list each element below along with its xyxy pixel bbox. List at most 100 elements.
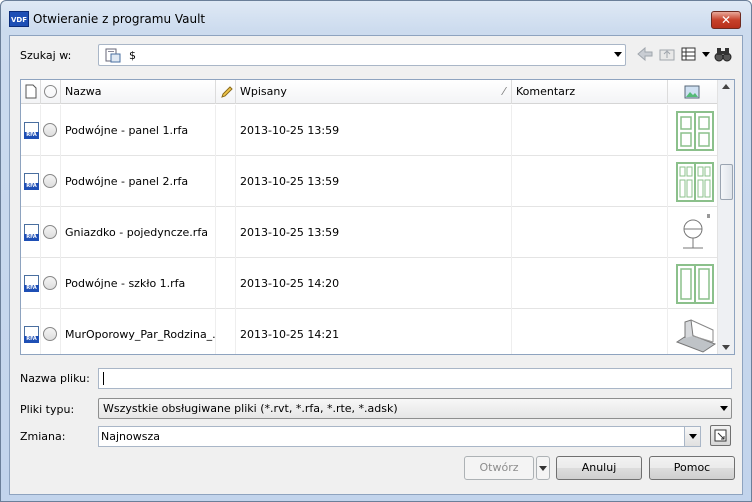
file-name-cell[interactable]: Gniazdko - pojedyncze.rfa	[61, 207, 216, 258]
comment-column-header[interactable]: Komentarz	[512, 80, 668, 104]
comment-cell	[512, 309, 668, 354]
chevron-down-icon[interactable]	[614, 52, 622, 57]
rfa-badge: RFA	[24, 234, 39, 241]
edit-cell	[216, 207, 236, 258]
checked-in-cell: 2013-10-25 14:21	[236, 309, 512, 354]
filename-input[interactable]	[98, 368, 732, 389]
chevron-down-icon	[539, 466, 547, 471]
status-radio-icon[interactable]	[43, 276, 57, 290]
title-bar[interactable]: VDF Otwieranie z programu Vault ✕	[1, 1, 751, 35]
dialog-window: VDF Otwieranie z programu Vault ✕ Szukaj…	[0, 0, 752, 502]
rfa-badge: RFA	[24, 132, 39, 139]
filetype-label: Pliki typu:	[20, 403, 75, 416]
retaining-wall-icon	[673, 312, 717, 354]
file-type-cell: RFA	[21, 156, 41, 207]
comment-cell	[512, 156, 668, 207]
thumbnail-column-header[interactable]	[668, 80, 718, 104]
file-type-cell: RFA	[21, 207, 41, 258]
revision-dropdown-button[interactable]	[684, 427, 700, 446]
edit-cell	[216, 156, 236, 207]
file-grid[interactable]: Nazwa Wpisany ⁄ Komentarz RFA Podwójne - …	[20, 79, 735, 355]
status-radio-icon	[44, 85, 57, 98]
window-title: Otwieranie z programu Vault	[33, 12, 206, 26]
rfa-badge: RFA	[24, 336, 39, 343]
revision-value: Najnowsza	[101, 430, 160, 443]
chevron-down-icon	[720, 406, 728, 411]
status-cell	[41, 156, 61, 207]
file-type-cell: RFA	[21, 105, 41, 156]
table-row[interactable]: RFA Podwójne - panel 1.rfa 2013-10-25 13:5…	[21, 105, 718, 156]
dialog-body: Szukaj w: $ Nazwa Wpisany ⁄ Komentarz RF…	[9, 35, 743, 495]
checked-in-header-label: Wpisany	[240, 85, 287, 98]
double-door-panel-icon	[673, 108, 717, 153]
socket-icon	[673, 210, 717, 255]
rfa-file-icon: RFA	[24, 224, 39, 241]
scroll-up-icon[interactable]	[722, 84, 730, 89]
filetype-select[interactable]: Wszystkie obsługiwane pliki (*.rvt, *.rf…	[98, 398, 732, 419]
scroll-down-icon[interactable]	[722, 345, 730, 350]
lookin-combo[interactable]: $	[98, 44, 626, 66]
status-cell	[41, 309, 61, 354]
file-name-cell[interactable]: Podwójne - panel 1.rfa	[61, 105, 216, 156]
rfa-file-icon: RFA	[24, 275, 39, 292]
checked-in-column-header[interactable]: Wpisany ⁄	[236, 80, 512, 104]
back-arrow-icon[interactable]	[636, 45, 654, 63]
pencil-icon	[221, 86, 233, 98]
revision-label: Zmiana:	[20, 430, 66, 443]
table-row[interactable]: RFA MurOporowy_Par_Rodzina_... 2013-10-25 …	[21, 309, 718, 354]
binoculars-icon[interactable]	[714, 45, 732, 63]
chevron-down-icon	[689, 434, 697, 439]
comment-cell	[512, 105, 668, 156]
file-name-cell[interactable]: MurOporowy_Par_Rodzina_...	[61, 309, 216, 354]
edit-cell	[216, 309, 236, 354]
file-type-column-header[interactable]	[21, 80, 41, 104]
status-cell	[41, 258, 61, 309]
vertical-scrollbar[interactable]	[717, 80, 734, 354]
open-options-button[interactable]	[536, 456, 550, 480]
lookin-value: $	[129, 49, 136, 62]
grid-header: Nazwa Wpisany ⁄ Komentarz	[21, 80, 718, 104]
comment-cell	[512, 207, 668, 258]
document-icon	[25, 84, 37, 99]
rfa-file-icon: RFA	[24, 173, 39, 190]
view-menu-icon[interactable]	[680, 45, 698, 63]
edit-cell	[216, 105, 236, 156]
status-radio-icon[interactable]	[43, 327, 57, 341]
sort-indicator-icon: ⁄	[503, 85, 505, 98]
table-row[interactable]: RFA Podwójne - panel 2.rfa 2013-10-25 13:5…	[21, 156, 718, 207]
vault-folder-icon	[105, 48, 121, 63]
file-name-cell[interactable]: Podwójne - panel 2.rfa	[61, 156, 216, 207]
help-button[interactable]: Pomoc	[649, 456, 735, 480]
revision-combo[interactable]: Najnowsza	[98, 426, 701, 447]
cancel-button[interactable]: Anuluj	[556, 456, 642, 480]
up-folder-icon[interactable]	[658, 45, 676, 63]
rfa-badge: RFA	[24, 285, 39, 292]
view-dropdown-icon[interactable]	[702, 52, 710, 57]
edit-cell	[216, 258, 236, 309]
double-door-panel-2-icon	[673, 159, 717, 204]
table-row[interactable]: RFA Podwójne - szkło 1.rfa 2013-10-25 14:2…	[21, 258, 718, 309]
file-name-cell[interactable]: Podwójne - szkło 1.rfa	[61, 258, 216, 309]
status-column-header[interactable]	[41, 80, 61, 104]
status-radio-icon[interactable]	[43, 174, 57, 188]
comment-cell	[512, 258, 668, 309]
status-cell	[41, 105, 61, 156]
double-door-glass-icon	[673, 261, 717, 306]
checked-in-cell: 2013-10-25 13:59	[236, 156, 512, 207]
rfa-file-icon: RFA	[24, 326, 39, 343]
image-icon	[684, 85, 700, 99]
status-radio-icon[interactable]	[43, 225, 57, 239]
edit-column-header[interactable]	[216, 80, 236, 104]
status-radio-icon[interactable]	[43, 123, 57, 137]
filename-label: Nazwa pliku:	[20, 372, 90, 385]
open-button[interactable]: Otwórz	[464, 456, 534, 480]
name-column-header[interactable]: Nazwa	[61, 80, 216, 104]
status-cell	[41, 207, 61, 258]
table-row[interactable]: RFA Gniazdko - pojedyncze.rfa 2013-10-25 1…	[21, 207, 718, 258]
scrollbar-thumb[interactable]	[720, 164, 733, 200]
checked-in-cell: 2013-10-25 14:20	[236, 258, 512, 309]
revision-options-button[interactable]	[710, 425, 731, 446]
text-caret	[103, 372, 104, 385]
vault-app-icon: VDF	[9, 11, 29, 27]
close-button[interactable]: ✕	[711, 11, 741, 29]
